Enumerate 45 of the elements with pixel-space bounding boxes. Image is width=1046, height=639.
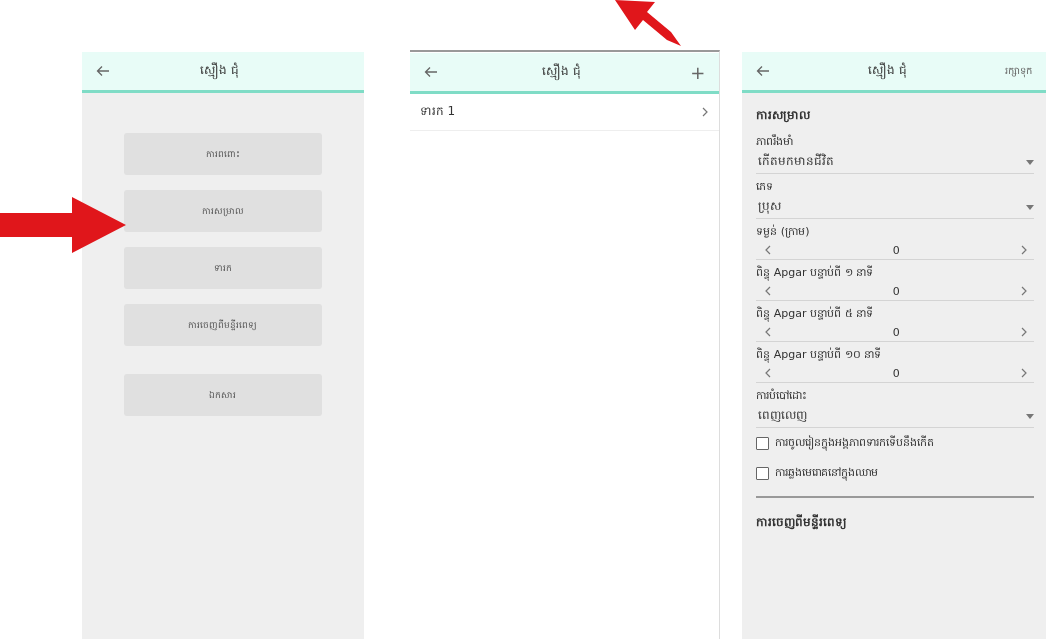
field-label: ពិន្ទុ Apgar បន្ទាប់ពី ១ នាទី <box>756 264 875 282</box>
menu-button[interactable]: ទារក <box>123 247 322 289</box>
checkbox-label: ការចូលរៀនក្នុងអង្គភាពទារកទើបនឹងកើត <box>775 435 935 451</box>
section-heading: ការសម្រាល <box>756 107 812 125</box>
number-value[interactable]: 0 <box>892 366 900 380</box>
section-heading: ការចេញពីមន្ទីរពេទ្យ <box>756 513 849 532</box>
back-icon[interactable] <box>756 65 771 77</box>
decrement-icon[interactable] <box>764 286 773 296</box>
dropdown-icon <box>1026 204 1034 210</box>
add-button[interactable]: + <box>685 61 706 83</box>
increment-icon[interactable] <box>1020 286 1028 296</box>
field-label: ទម្ងន់ (ក្រាម) <box>756 223 811 240</box>
checkbox[interactable] <box>756 436 770 450</box>
dropdown-field[interactable]: កើតមកមានជីវិត <box>756 151 1034 174</box>
dropdown-field[interactable]: ពេញលេញ <box>756 405 1034 428</box>
field-label: ភាពរឹងមាំ <box>756 133 795 150</box>
decrement-icon[interactable] <box>764 245 773 255</box>
number-value[interactable]: 0 <box>892 284 900 298</box>
back-icon[interactable] <box>96 65 110 77</box>
increment-icon[interactable] <box>1020 245 1028 255</box>
increment-icon[interactable] <box>1020 368 1028 378</box>
menu-button[interactable]: ឯកសារ <box>123 374 322 416</box>
increment-icon[interactable] <box>1020 327 1028 337</box>
save-button[interactable]: រក្សាទុក <box>1005 63 1032 79</box>
decrement-icon[interactable] <box>764 327 773 337</box>
screen-title: ស្មឿង ជុំ <box>541 63 582 81</box>
chevron-right-icon[interactable] <box>701 107 710 117</box>
screen-title: ស្មឿង ជុំ <box>867 62 909 80</box>
field-label: ពិន្ទុ Apgar បន្ទាប់ពី ៥ នាទី <box>756 305 875 323</box>
field-label: ពិន្ទុ Apgar បន្ទាប់ពី ១០ នាទី <box>756 346 883 364</box>
checkbox-label: ការឆ្លងមេរោគនៅក្នុងឈាម <box>775 465 879 481</box>
back-icon[interactable] <box>423 66 438 78</box>
screen-title: ស្មឿង ជុំ <box>199 62 241 80</box>
field-label: ភេទ <box>756 179 775 195</box>
field-label: ការបំបៅដោះ <box>756 387 809 404</box>
menu-button[interactable]: ការពពោះ <box>123 133 322 175</box>
dropdown-field[interactable]: ប្រុស <box>756 196 1034 219</box>
checkbox[interactable] <box>756 466 770 480</box>
number-value[interactable]: 0 <box>892 325 900 339</box>
menu-button[interactable]: ការសម្រាល <box>123 190 322 232</box>
dropdown-icon <box>1026 159 1034 165</box>
decrement-icon[interactable] <box>764 368 773 378</box>
dropdown-icon <box>1026 413 1034 419</box>
menu-button[interactable]: ការចេញពីមន្ទីរពេទ្យ <box>123 304 322 346</box>
number-value[interactable]: 0 <box>892 243 900 257</box>
